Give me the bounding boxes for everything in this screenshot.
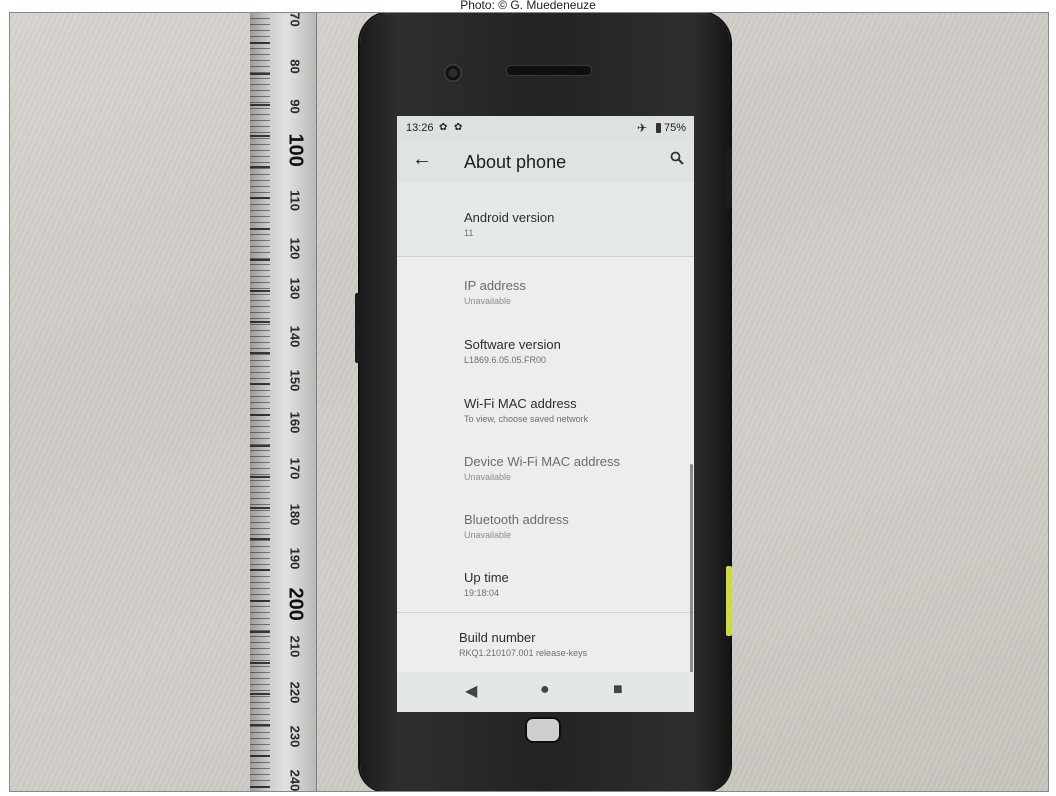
phone-screen: 13:26 ✿ ✿ ✈ 75% ← About phone Android ve… <box>397 116 694 712</box>
setting-title: Bluetooth address <box>464 512 569 527</box>
battery-icon <box>656 123 661 133</box>
setting-value: 11 <box>464 228 474 238</box>
airplane-icon: ✈ <box>637 121 648 135</box>
setting-title: Device Wi-Fi MAC address <box>464 454 621 469</box>
setting-title: Android version <box>464 210 555 225</box>
ruler-label: 220 <box>287 681 303 704</box>
setting-value: 19:18:04 <box>464 588 500 598</box>
setting-value: To view, choose saved network <box>464 414 589 424</box>
setting-build-number[interactable]: Build number RKQ1.210107.001 release-key… <box>397 608 694 666</box>
search-icon[interactable] <box>670 151 684 168</box>
back-triangle-icon[interactable]: ◀ <box>465 681 477 701</box>
back-arrow-icon[interactable]: ← <box>412 148 432 171</box>
ruler-label: 140 <box>287 325 303 348</box>
steel-ruler: 70 80 90 100 110 120 130 140 150 160 170… <box>250 13 317 791</box>
ruler-ticks <box>250 13 316 791</box>
setting-title: Up time <box>464 570 509 585</box>
ruler-label: 190 <box>287 547 303 570</box>
ruler-label: 90 <box>287 99 303 114</box>
setting-up-time[interactable]: Up time 19:18:04 <box>397 548 694 606</box>
ruler-label: 150 <box>287 369 303 392</box>
setting-ip-address[interactable]: IP address Unavailable <box>397 256 694 314</box>
ruler-label: 160 <box>287 411 303 434</box>
ruler-label: 130 <box>287 277 303 300</box>
photo: 70 80 90 100 110 120 130 140 150 160 170… <box>9 12 1049 792</box>
setting-wifi-mac[interactable]: Wi-Fi MAC address To view, choose saved … <box>397 374 694 432</box>
setting-device-wifi-mac[interactable]: Device Wi-Fi MAC address Unavailable <box>397 432 694 490</box>
setting-value: RKQ1.210107.001 release-keys <box>459 648 588 658</box>
ruler-label: 70 <box>287 12 303 27</box>
ruler-label: 180 <box>287 503 303 526</box>
scrollbar[interactable] <box>690 464 693 674</box>
navigation-bar: ◀ ● ■ <box>397 672 694 712</box>
setting-software-version[interactable]: Software version L1869.6.05.05.FR00 <box>397 315 694 373</box>
setting-value: Unavailable <box>464 530 512 540</box>
brand-logo <box>525 717 561 743</box>
home-circle-icon[interactable]: ● <box>540 681 550 699</box>
volume-button <box>355 293 361 363</box>
setting-value: Unavailable <box>464 296 512 306</box>
ruler-label: 210 <box>287 635 303 658</box>
ruler-label: 230 <box>287 725 303 748</box>
power-button <box>726 148 732 208</box>
ruler-label: 120 <box>287 237 303 260</box>
status-time: 13:26 <box>406 122 434 134</box>
gear-icon: ✿ <box>439 122 448 133</box>
ruler-label: 100 <box>284 133 307 167</box>
recents-square-icon[interactable]: ■ <box>613 681 623 699</box>
battery-level: 75% <box>664 122 687 134</box>
setting-value: Unavailable <box>464 472 512 482</box>
setting-title: Build number <box>459 630 536 645</box>
programmable-key <box>726 566 732 636</box>
ruler-label: 110 <box>287 190 303 211</box>
setting-title: Wi-Fi MAC address <box>464 396 577 411</box>
ruler-label: 240 <box>287 769 303 792</box>
setting-value: L1869.6.05.05.FR00 <box>464 355 547 365</box>
ruler-label: 170 <box>287 457 303 480</box>
gear-icon: ✿ <box>454 122 463 133</box>
earpiece-speaker <box>506 65 592 76</box>
ruler-label: 80 <box>287 59 303 74</box>
ruler-label: 200 <box>284 587 307 621</box>
setting-title: Software version <box>464 337 561 352</box>
page-title: About phone <box>464 152 567 172</box>
setting-android-version[interactable]: Android version 11 <box>397 182 694 256</box>
app-bar: ← About phone <box>397 140 694 182</box>
front-camera <box>443 63 463 83</box>
setting-title: IP address <box>464 278 526 293</box>
status-bar: 13:26 ✿ ✿ ✈ 75% <box>397 116 694 140</box>
setting-bluetooth-address[interactable]: Bluetooth address Unavailable <box>397 490 694 548</box>
